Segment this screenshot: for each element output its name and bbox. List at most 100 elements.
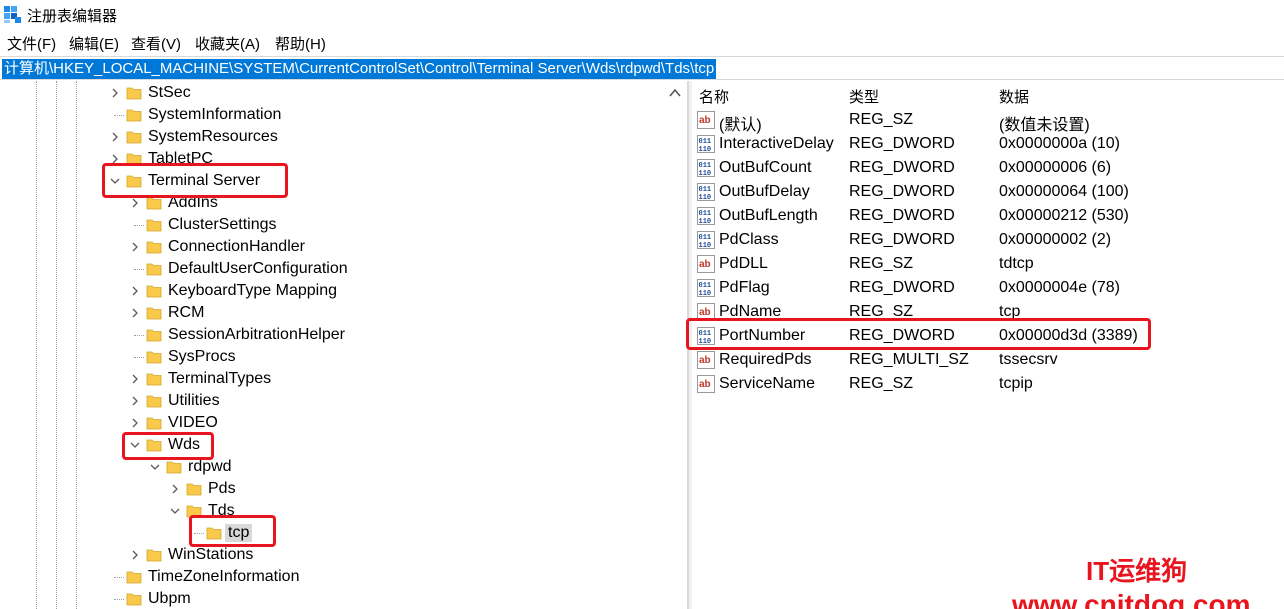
svg-text:110: 110: [699, 290, 712, 297]
tree-node[interactable]: SessionArbitrationHelper: [0, 324, 664, 346]
value-type: REG_DWORD: [849, 207, 955, 224]
menu-edit[interactable]: 编辑(E): [69, 33, 119, 54]
tree-node-label[interactable]: tcp: [225, 524, 253, 542]
tree-node-label[interactable]: KeyboardType Mapping: [168, 282, 337, 300]
chevron-right-icon[interactable]: [108, 152, 122, 166]
tree-node[interactable]: Ubpm: [0, 588, 664, 609]
key-tree[interactable]: StSec SystemInformation SystemResources Tab…: [0, 81, 688, 609]
chevron-right-icon[interactable]: [108, 86, 122, 100]
tree-node-label[interactable]: TimeZoneInformation: [148, 568, 299, 586]
value-row[interactable]: 011 110 PdFlag REG_DWORD 0x0000004e (78): [692, 276, 1284, 300]
chevron-right-icon[interactable]: [128, 548, 142, 562]
folder-icon: [146, 239, 162, 255]
tree-node-label[interactable]: DefaultUserConfiguration: [168, 260, 348, 278]
chevron-right-icon[interactable]: [108, 130, 122, 144]
tree-node-label[interactable]: Terminal Server: [148, 172, 260, 190]
value-row[interactable]: ab ServiceName REG_SZ tcpip: [692, 372, 1284, 396]
tree-node[interactable]: SystemResources: [0, 126, 664, 148]
column-header-name[interactable]: 名称: [699, 86, 729, 107]
tree-node-label[interactable]: StSec: [148, 84, 191, 102]
tree-node-label[interactable]: SystemInformation: [148, 106, 281, 124]
tree-node[interactable]: SysProcs: [0, 346, 664, 368]
value-row[interactable]: ab (默认) REG_SZ (数值未设置): [692, 108, 1284, 134]
tree-node[interactable]: SystemInformation: [0, 104, 664, 126]
chevron-right-icon[interactable]: [128, 416, 142, 430]
value-row[interactable]: ab RequiredPds REG_MULTI_SZ tssecsrv: [692, 348, 1284, 372]
binary-value-icon: 011 110: [697, 207, 715, 226]
column-header-type[interactable]: 类型: [849, 86, 879, 107]
tree-node[interactable]: Tds: [0, 500, 664, 522]
tree-node[interactable]: AddIns: [0, 192, 664, 214]
chevron-right-icon[interactable]: [128, 372, 142, 386]
tree-node-label[interactable]: SysProcs: [168, 348, 236, 366]
value-row[interactable]: ab PdDLL REG_SZ tdtcp: [692, 252, 1284, 276]
tree-node-label[interactable]: WinStations: [168, 546, 253, 564]
svg-text:110: 110: [699, 338, 712, 345]
tree-node[interactable]: TimeZoneInformation: [0, 566, 664, 588]
menu-favorites[interactable]: 收藏夹(A): [195, 33, 260, 54]
chevron-down-icon[interactable]: [148, 460, 162, 474]
tree-node-label[interactable]: ConnectionHandler: [168, 238, 305, 256]
chevron-right-icon[interactable]: [128, 284, 142, 298]
chevron-right-icon[interactable]: [128, 240, 142, 254]
column-header-data[interactable]: 数据: [999, 86, 1029, 107]
tree-node-label[interactable]: TabletPC: [148, 150, 213, 168]
tree-node[interactable]: KeyboardType Mapping: [0, 280, 664, 302]
values-list[interactable]: 名称 类型 数据 ab (默认) REG_SZ (数值未设置) 011 110 Intera…: [692, 81, 1284, 609]
value-name: RequiredPds: [719, 351, 812, 368]
tree-node[interactable]: ConnectionHandler: [0, 236, 664, 258]
value-row[interactable]: 011 110 PortNumber REG_DWORD 0x00000d3d (338…: [692, 324, 1284, 348]
tree-node[interactable]: Terminal Server: [0, 170, 664, 192]
value-row[interactable]: 011 110 InteractiveDelay REG_DWORD 0x0000000…: [692, 132, 1284, 156]
value-row[interactable]: ab PdName REG_SZ tcp: [692, 300, 1284, 324]
chevron-right-icon[interactable]: [128, 394, 142, 408]
chevron-right-icon[interactable]: [128, 306, 142, 320]
tree-node[interactable]: StSec: [0, 82, 664, 104]
tree-node-label[interactable]: Pds: [208, 480, 236, 498]
folder-icon: [126, 591, 142, 607]
tree-node[interactable]: WinStations: [0, 544, 664, 566]
menu-view[interactable]: 查看(V): [131, 33, 181, 54]
tree-connector: [114, 577, 124, 578]
chevron-down-icon[interactable]: [168, 504, 182, 518]
tree-node-label[interactable]: SessionArbitrationHelper: [168, 326, 345, 344]
tree-node-label[interactable]: TerminalTypes: [168, 370, 271, 388]
tree-node[interactable]: rdpwd: [0, 456, 664, 478]
value-row[interactable]: 011 110 OutBufDelay REG_DWORD 0x00000064 (10…: [692, 180, 1284, 204]
tree-node[interactable]: Wds: [0, 434, 664, 456]
tree-node-label[interactable]: Utilities: [168, 392, 220, 410]
address-path[interactable]: 计算机\HKEY_LOCAL_MACHINE\SYSTEM\CurrentCon…: [2, 59, 717, 79]
value-row[interactable]: 011 110 OutBufLength REG_DWORD 0x00000212 (5…: [692, 204, 1284, 228]
tree-node-label[interactable]: rdpwd: [188, 458, 232, 476]
tree-node[interactable]: RCM: [0, 302, 664, 324]
tree-node[interactable]: ClusterSettings: [0, 214, 664, 236]
tree-node[interactable]: Pds: [0, 478, 664, 500]
tree-node-label[interactable]: Ubpm: [148, 590, 191, 608]
tree-node-label[interactable]: ClusterSettings: [168, 216, 277, 234]
tree-node-label[interactable]: AddIns: [168, 194, 218, 212]
menu-file[interactable]: 文件(F): [7, 33, 56, 54]
tree-node[interactable]: Utilities: [0, 390, 664, 412]
chevron-right-icon[interactable]: [128, 196, 142, 210]
tree-node[interactable]: tcp: [0, 522, 664, 544]
folder-icon: [146, 393, 162, 409]
tree-node-label[interactable]: SystemResources: [148, 128, 278, 146]
tree-node-label[interactable]: RCM: [168, 304, 204, 322]
tree-node[interactable]: VIDEO: [0, 412, 664, 434]
tree-node-label[interactable]: Wds: [168, 436, 200, 454]
tree-node-label[interactable]: Tds: [208, 502, 235, 520]
tree-node[interactable]: TabletPC: [0, 148, 664, 170]
value-row[interactable]: 011 110 OutBufCount REG_DWORD 0x00000006 (6): [692, 156, 1284, 180]
tree-node-label[interactable]: VIDEO: [168, 414, 218, 432]
tree-node[interactable]: DefaultUserConfiguration: [0, 258, 664, 280]
chevron-down-icon[interactable]: [108, 174, 122, 188]
address-bar[interactable]: 计算机\HKEY_LOCAL_MACHINE\SYSTEM\CurrentCon…: [0, 56, 1284, 80]
chevron-down-icon[interactable]: [128, 438, 142, 452]
menu-help[interactable]: 帮助(H): [275, 33, 326, 54]
tree-node[interactable]: TerminalTypes: [0, 368, 664, 390]
scroll-up-arrow-icon[interactable]: [668, 86, 682, 100]
tree-scrollbar[interactable]: [664, 81, 686, 609]
chevron-right-icon[interactable]: [168, 482, 182, 496]
value-row[interactable]: 011 110 PdClass REG_DWORD 0x00000002 (2): [692, 228, 1284, 252]
binary-value-icon: 011 110: [697, 279, 715, 298]
